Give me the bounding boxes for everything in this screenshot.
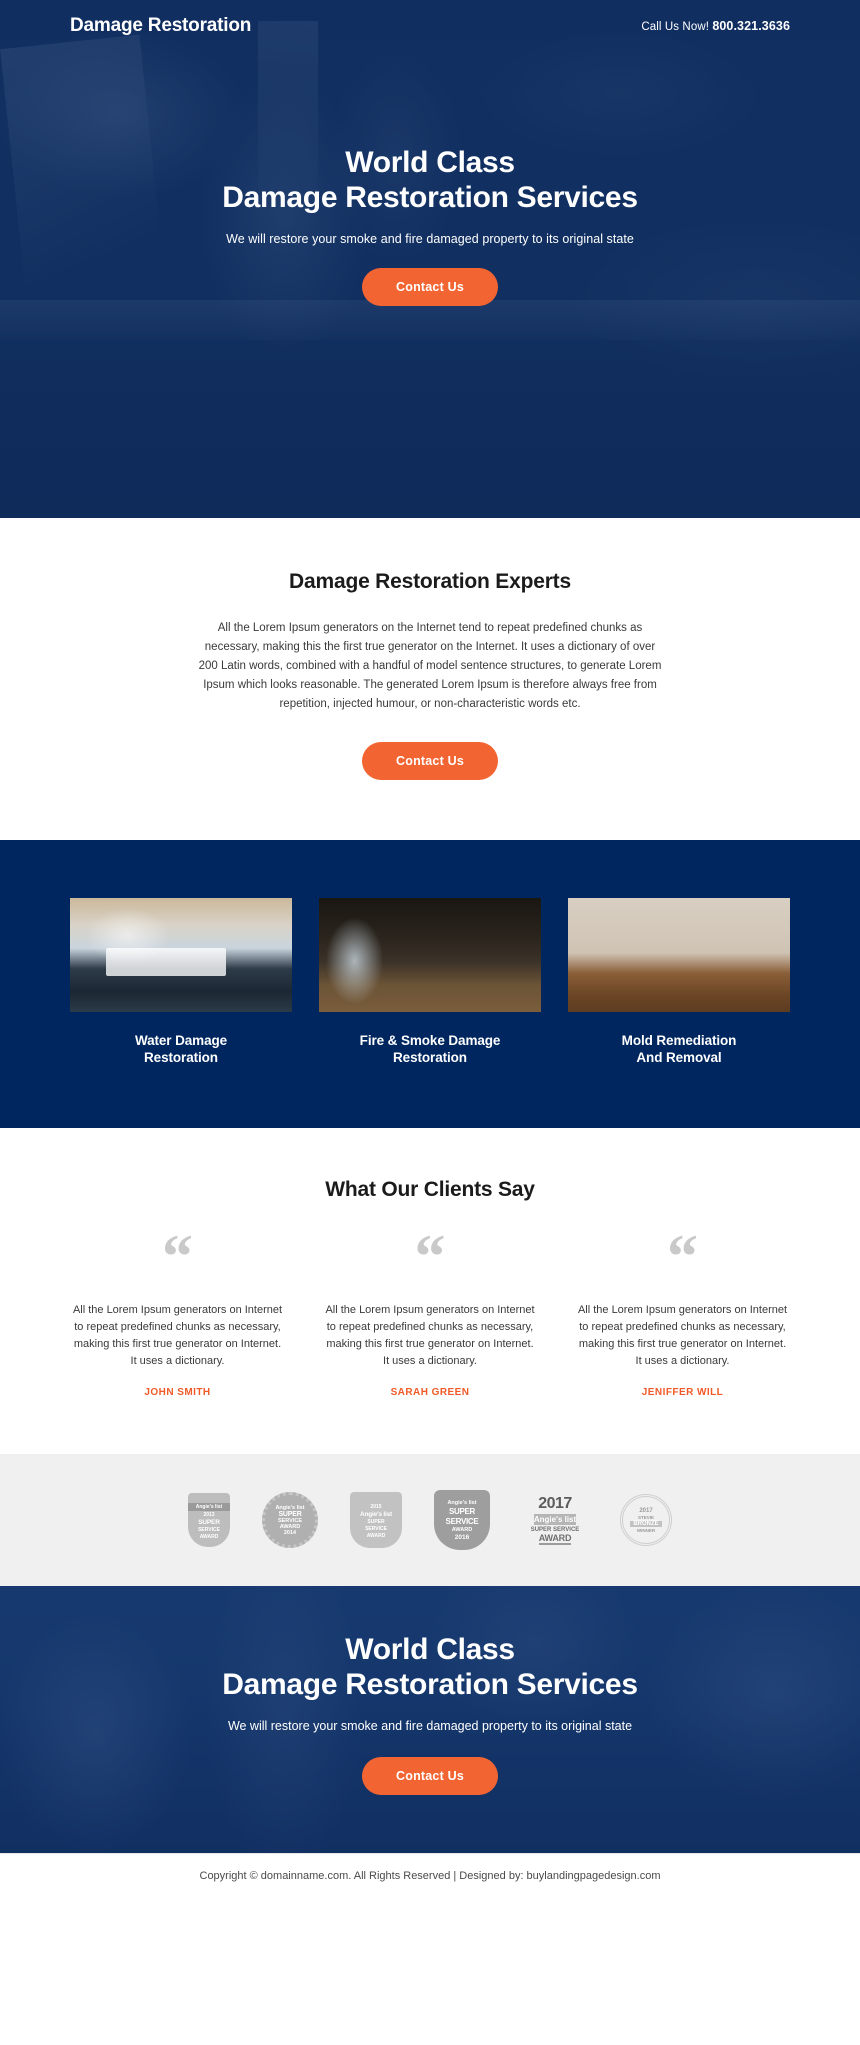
hero-title-line1: World Class	[345, 146, 515, 179]
badge-line1: SUPER	[448, 1506, 476, 1516]
bottom-cta-content: World Class Damage Restoration Services …	[0, 1586, 860, 1795]
testimonial-author: JENIFFER WILL	[641, 1387, 724, 1398]
badge-year: 2015	[370, 1504, 382, 1510]
badge-brand: STEVIE	[637, 1514, 654, 1520]
site-header: Damage Restoration Call Us Now! 800.321.…	[0, 0, 860, 52]
badge-brand: Angie's list	[447, 1499, 477, 1506]
site-logo[interactable]: Damage Restoration	[70, 15, 251, 37]
award-badge-2014: Angie's list SUPER SERVICE AWARD 2014	[262, 1492, 318, 1548]
quote-icon: “	[667, 1223, 698, 1291]
badge-line3: AWARD	[451, 1526, 473, 1533]
service-title-line1: Mold Remediation	[621, 1033, 737, 1048]
service-card-fire-smoke[interactable]: Fire & Smoke Damage Restoration	[319, 898, 541, 1066]
badge-year: 2016	[454, 1533, 470, 1541]
badge-line2: SERVICE	[445, 1516, 479, 1526]
badge-brand: Angie's list	[533, 1514, 577, 1525]
site-footer: Copyright © domainname.com. All Rights R…	[0, 1853, 860, 1898]
bottom-cta-section: World Class Damage Restoration Services …	[0, 1586, 860, 1853]
badge-year: 2017	[538, 1495, 572, 1512]
hero-title: World Class Damage Restoration Services	[0, 145, 860, 215]
badge-line2: SERVICE	[198, 1527, 220, 1533]
badge-year: 2013	[203, 1512, 215, 1518]
award-badge-2017: 2017 Angie's list SUPER SERVICE AWARD	[522, 1495, 588, 1545]
service-title-line2: Restoration	[144, 1050, 218, 1065]
experts-contact-us-button[interactable]: Contact Us	[362, 742, 498, 780]
angies-list-shield-icon: 2015 Angie's list SUPER SERVICE AWARD	[350, 1492, 402, 1548]
fire-smoke-damage-image	[319, 898, 541, 1012]
call-us-block[interactable]: Call Us Now! 800.321.3636	[641, 19, 790, 33]
badge-brand: Angie's list	[188, 1503, 230, 1511]
testimonial-text: All the Lorem Ipsum generators on Intern…	[72, 1304, 283, 1367]
service-title: Fire & Smoke Damage Restoration	[319, 1032, 541, 1066]
services-row: Water Damage Restoration Fire & Smoke Da…	[70, 898, 790, 1066]
landing-page: Damage Restoration Call Us Now! 800.321.…	[0, 0, 860, 1898]
service-title-line1: Water Damage	[134, 1033, 228, 1048]
service-card-water[interactable]: Water Damage Restoration	[70, 898, 292, 1066]
angies-list-rosette-icon: Angie's list SUPER SERVICE AWARD 2014	[262, 1492, 318, 1548]
quote-icon: “	[162, 1223, 193, 1291]
hero-title-line2: Damage Restoration Services	[222, 181, 638, 214]
phone-number[interactable]: 800.321.3636	[712, 19, 790, 33]
award-badge-2013: Angie's list 2013 SUPER SERVICE AWARD	[188, 1493, 230, 1547]
quote-icon: “	[414, 1223, 446, 1291]
hero-contact-us-button[interactable]: Contact Us	[362, 268, 498, 306]
service-card-mold[interactable]: Mold Remediation And Removal	[568, 898, 790, 1066]
bottom-contact-us-button[interactable]: Contact Us	[362, 1757, 498, 1795]
testimonial-text: All the Lorem Ipsum generators on Intern…	[325, 1304, 535, 1367]
bottom-cta-title-line2: Damage Restoration Services	[222, 1668, 638, 1701]
bottom-cta-title-line1: World Class	[345, 1633, 515, 1666]
badge-line2: WINNER	[636, 1527, 656, 1533]
badge-line3: AWARD	[366, 1533, 386, 1539]
services-section: Water Damage Restoration Fire & Smoke Da…	[0, 840, 860, 1128]
testimonials-row: “ All the Lorem Ipsum generators on Inte…	[70, 1223, 790, 1398]
angies-list-shield-icon: Angie's list 2013 SUPER SERVICE AWARD	[188, 1493, 230, 1547]
badge-line2: AWARD	[538, 1533, 572, 1545]
badge-year: 2017	[639, 1507, 653, 1514]
stevie-wreath-icon: 2017 STEVIE BRONZE WINNER	[620, 1494, 672, 1546]
award-badge-stevie-2017: 2017 STEVIE BRONZE WINNER	[620, 1494, 672, 1546]
angies-list-super-service-icon: Angie's list SUPER SERVICE AWARD 2016	[434, 1490, 490, 1550]
badge-line3: AWARD	[199, 1534, 219, 1540]
hero-section: Damage Restoration Call Us Now! 800.321.…	[0, 0, 860, 518]
bottom-cta-title: World Class Damage Restoration Services	[0, 1632, 860, 1702]
testimonials-title: What Our Clients Say	[325, 1178, 535, 1201]
testimonial-author: JOHN SMITH	[144, 1387, 211, 1398]
testimonial-card: “ All the Lorem Ipsum generators on Inte…	[575, 1223, 790, 1398]
bottom-cta-subtitle: We will restore your smoke and fire dama…	[227, 1719, 633, 1733]
copyright-text: Copyright © domainname.com. All Rights R…	[199, 1870, 661, 1882]
call-us-label: Call Us Now!	[641, 21, 710, 33]
testimonial-card: “ All the Lorem Ipsum generators on Inte…	[70, 1223, 285, 1398]
testimonial-text: All the Lorem Ipsum generators on Intern…	[577, 1304, 788, 1367]
service-title-line2: Restoration	[393, 1050, 467, 1065]
awards-badges-strip: Angie's list 2013 SUPER SERVICE AWARD An…	[0, 1454, 860, 1586]
service-title: Water Damage Restoration	[70, 1032, 292, 1066]
experts-section: Damage Restoration Experts All the Lorem…	[0, 518, 860, 840]
hero-content: World Class Damage Restoration Services …	[0, 52, 860, 306]
badge-line1: BRONZE	[630, 1520, 662, 1527]
badge-year: 2014	[283, 1529, 297, 1536]
service-title-line2: And Removal	[636, 1050, 722, 1065]
badge-brand: Angie's list	[359, 1511, 392, 1518]
mold-remediation-image	[568, 898, 790, 1012]
testimonial-author: SARAH GREEN	[390, 1387, 470, 1398]
badge-line2: SERVICE	[365, 1526, 387, 1532]
award-badge-2016: Angie's list SUPER SERVICE AWARD 2016	[434, 1490, 490, 1550]
service-title-line1: Fire & Smoke Damage	[359, 1033, 501, 1048]
experts-paragraph: All the Lorem Ipsum generators on the In…	[198, 622, 662, 710]
badge-line1: SUPER	[278, 1510, 302, 1518]
experts-title: Damage Restoration Experts	[289, 570, 571, 593]
testimonials-section: What Our Clients Say “ All the Lorem Ips…	[0, 1128, 860, 1454]
testimonial-card: “ All the Lorem Ipsum generators on Inte…	[323, 1223, 538, 1398]
badge-line1: SUPER	[367, 1519, 385, 1525]
award-badge-2015: 2015 Angie's list SUPER SERVICE AWARD	[350, 1492, 402, 1548]
service-title: Mold Remediation And Removal	[568, 1032, 790, 1066]
badge-line1: SUPER	[198, 1519, 220, 1526]
hero-subtitle: We will restore your smoke and fire dama…	[226, 232, 634, 246]
water-damage-image	[70, 898, 292, 1012]
